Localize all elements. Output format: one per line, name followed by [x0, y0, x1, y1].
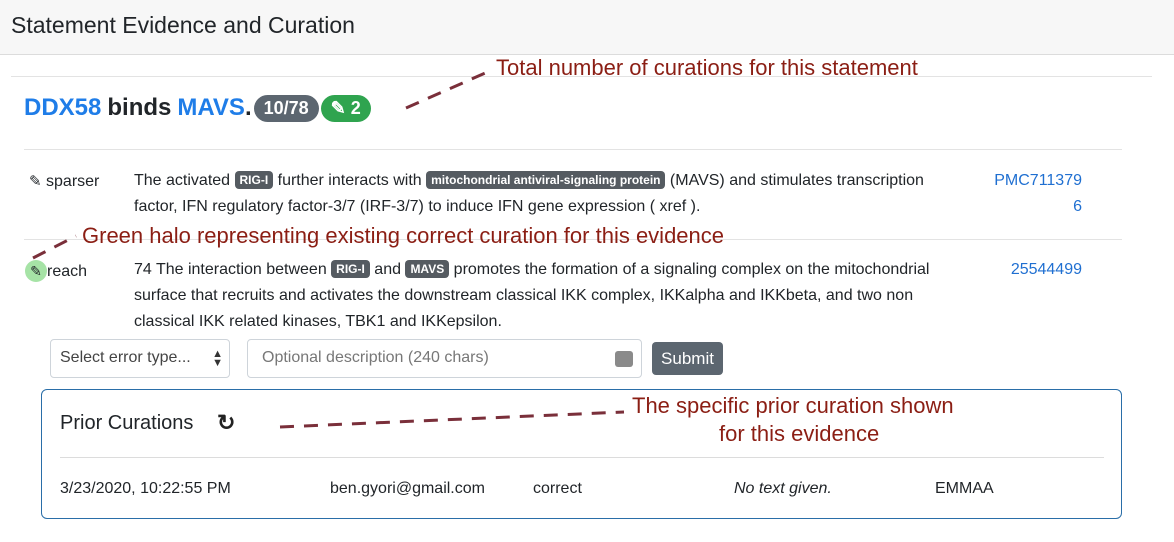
- annotation-green-halo: Green halo representing existing correct…: [82, 223, 725, 248]
- annotation-prior-curation-line2: for this evidence: [719, 421, 880, 446]
- annotation-line-total: [405, 68, 493, 110]
- annotation-prior-curation-line1: The specific prior curation shown: [632, 393, 954, 418]
- annotation-line-prior: [279, 410, 625, 429]
- annotation-line-halo: [32, 234, 77, 260]
- annotation-total-curations: Total number of curations for this state…: [496, 55, 918, 80]
